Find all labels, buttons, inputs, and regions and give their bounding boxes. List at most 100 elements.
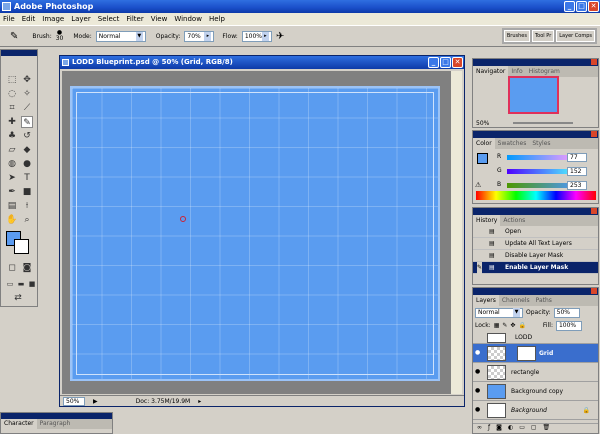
- menu-view[interactable]: View: [151, 13, 168, 25]
- panel-header[interactable]: [473, 208, 598, 215]
- channel-r-value[interactable]: 77: [567, 153, 587, 162]
- navigator-zoom[interactable]: 50%: [476, 120, 489, 127]
- menu-window[interactable]: Window: [174, 13, 202, 25]
- history-item[interactable]: ▤ Update All Text Layers: [473, 238, 598, 250]
- layer-row-lodd[interactable]: LODD: [473, 332, 598, 344]
- lock-position-icon[interactable]: ✥: [510, 322, 515, 329]
- tab-channels[interactable]: Channels: [499, 295, 533, 306]
- shape-tool-icon[interactable]: ■: [21, 186, 33, 198]
- panel-close-icon[interactable]: [591, 131, 597, 137]
- toolbox-header[interactable]: [1, 50, 37, 56]
- panel-header[interactable]: [473, 59, 598, 66]
- layer-row-background[interactable]: ● Background 🔒: [473, 401, 598, 420]
- tab-styles[interactable]: Styles: [529, 138, 553, 149]
- tab-color[interactable]: Color: [473, 138, 495, 149]
- tab-swatches[interactable]: Swatches: [495, 138, 530, 149]
- tab-navigator[interactable]: Navigator: [473, 66, 509, 77]
- background-color-swatch[interactable]: [14, 239, 29, 254]
- jump-to-imageready-icon[interactable]: ⇄: [12, 292, 24, 304]
- slice-tool-icon[interactable]: ⟋: [21, 102, 33, 114]
- well-tab-brushes[interactable]: Brushes: [503, 30, 530, 42]
- lasso-tool-icon[interactable]: ◌: [6, 88, 18, 100]
- move-tool-icon[interactable]: ✥: [21, 74, 33, 86]
- brush-tool-icon[interactable]: ✎: [21, 116, 33, 128]
- clone-stamp-tool-icon[interactable]: ♣: [6, 130, 18, 142]
- eye-icon[interactable]: ●: [475, 407, 481, 413]
- brush-preset-picker[interactable]: ● 30: [56, 30, 64, 42]
- close-button[interactable]: ✕: [588, 1, 599, 12]
- quick-mask-mode-icon[interactable]: ◙: [21, 262, 33, 274]
- crop-tool-icon[interactable]: ⌗: [6, 102, 18, 114]
- blur-tool-icon[interactable]: ◍: [6, 158, 18, 170]
- tab-actions[interactable]: Actions: [500, 215, 528, 226]
- history-item-selected[interactable]: ✎ ▤ Enable Layer Mask: [473, 262, 598, 274]
- blend-mode-select[interactable]: Normal ▼: [475, 307, 523, 318]
- layer-row-background-copy[interactable]: ● Background copy: [473, 382, 598, 401]
- menu-help[interactable]: Help: [209, 13, 225, 25]
- layer-style-icon[interactable]: ƒ: [488, 424, 490, 433]
- notes-tool-icon[interactable]: ▤: [6, 200, 18, 212]
- menu-file[interactable]: File: [3, 13, 15, 25]
- magic-wand-tool-icon[interactable]: ✧: [21, 88, 33, 100]
- tab-paths[interactable]: Paths: [533, 295, 555, 306]
- document-title-bar[interactable]: LODD Blueprint.psd @ 50% (Grid, RGB/8) _…: [60, 56, 464, 69]
- channel-g-value[interactable]: 152: [567, 167, 587, 176]
- tab-paragraph[interactable]: Paragraph: [37, 419, 74, 429]
- well-tab-tool-presets[interactable]: Tool Pr: [531, 30, 555, 42]
- brush-tool-icon[interactable]: ✎: [10, 31, 18, 42]
- new-layer-icon[interactable]: ▢: [531, 424, 537, 433]
- minimize-button[interactable]: _: [564, 1, 575, 12]
- status-menu-icon[interactable]: ▸: [198, 398, 201, 405]
- color-spectrum-bar[interactable]: [476, 191, 596, 200]
- zoom-field[interactable]: 50%: [63, 396, 85, 406]
- pen-tool-icon[interactable]: ✒: [6, 186, 18, 198]
- healing-brush-tool-icon[interactable]: ✚: [6, 116, 18, 128]
- opacity-field[interactable]: 70% ▸: [184, 30, 215, 42]
- lock-image-icon[interactable]: ✎: [502, 322, 507, 329]
- full-screen-mode-icon[interactable]: ■: [26, 278, 38, 290]
- marquee-tool-icon[interactable]: ⬚: [6, 74, 18, 86]
- dodge-tool-icon[interactable]: ●: [21, 158, 33, 170]
- link-icon[interactable]: ∞: [477, 424, 482, 433]
- panel-header[interactable]: [473, 131, 598, 138]
- add-mask-icon[interactable]: ◙: [496, 424, 502, 433]
- adjustment-layer-icon[interactable]: ◐: [508, 424, 513, 433]
- panel-close-icon[interactable]: [591, 288, 597, 294]
- layer-row-grid[interactable]: ● Grid: [473, 344, 598, 363]
- standard-mode-icon[interactable]: ◻: [6, 262, 18, 274]
- mode-select[interactable]: Normal ▼: [95, 30, 146, 42]
- lock-all-icon[interactable]: 🔒: [518, 322, 525, 329]
- tab-history[interactable]: History: [473, 215, 501, 226]
- eye-icon[interactable]: ●: [475, 369, 481, 375]
- eyedropper-tool-icon[interactable]: ⟊: [21, 200, 33, 212]
- tab-layers[interactable]: Layers: [473, 295, 499, 306]
- eye-icon[interactable]: ●: [475, 350, 481, 356]
- lock-transparency-icon[interactable]: ▦: [494, 322, 500, 329]
- path-selection-tool-icon[interactable]: ➤: [6, 172, 18, 184]
- status-arrow-icon[interactable]: ▶: [93, 398, 98, 405]
- maximize-button[interactable]: □: [576, 1, 587, 12]
- navigator-zoom-slider[interactable]: [513, 122, 573, 124]
- layer-mask-thumbnail[interactable]: [517, 346, 536, 361]
- vertical-scrollbar[interactable]: [451, 71, 462, 394]
- menu-edit[interactable]: Edit: [22, 13, 36, 25]
- doc-maximize-button[interactable]: □: [440, 57, 451, 68]
- doc-close-button[interactable]: ✕: [452, 57, 463, 68]
- menu-select[interactable]: Select: [98, 13, 120, 25]
- type-tool-icon[interactable]: T: [21, 172, 33, 184]
- panel-close-icon[interactable]: [591, 59, 597, 65]
- menu-image[interactable]: Image: [42, 13, 64, 25]
- eye-icon[interactable]: ●: [475, 388, 481, 394]
- layer-row-rectangle[interactable]: ● rectangle: [473, 363, 598, 382]
- layers-opacity-field[interactable]: 50%: [553, 307, 580, 318]
- doc-minimize-button[interactable]: _: [428, 57, 439, 68]
- zoom-tool-icon[interactable]: ⌕: [21, 214, 33, 226]
- canvas[interactable]: [70, 86, 440, 381]
- paint-bucket-tool-icon[interactable]: ◆: [21, 144, 33, 156]
- history-item[interactable]: ▤ Open: [473, 226, 598, 238]
- flow-field[interactable]: 100% ▸: [241, 30, 272, 42]
- history-brush-tool-icon[interactable]: ↺: [21, 130, 33, 142]
- menu-layer[interactable]: Layer: [71, 13, 91, 25]
- canvas-area[interactable]: [62, 71, 452, 394]
- fill-field[interactable]: 100%: [555, 320, 582, 331]
